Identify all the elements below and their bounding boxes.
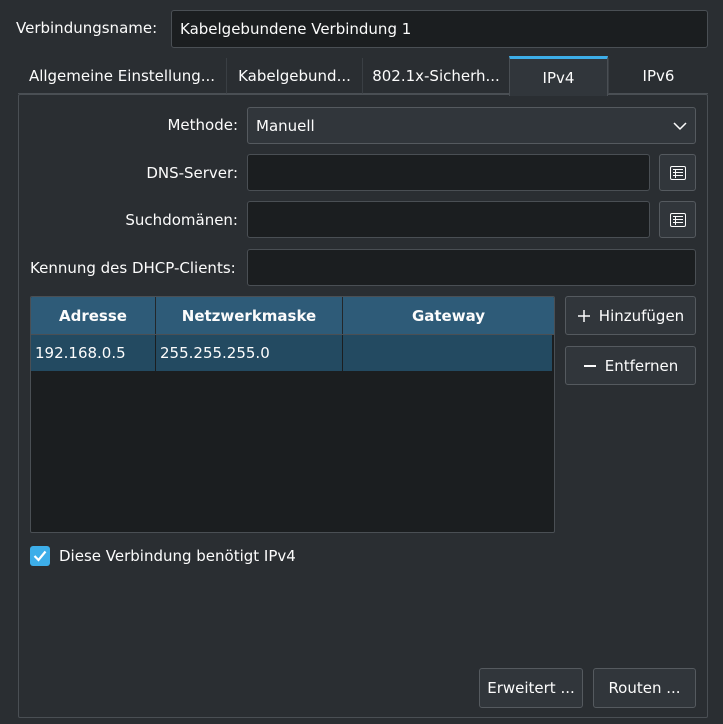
address-table[interactable]: Adresse Netzwerkmaske Gateway 192.168.0.… [30, 296, 555, 533]
plus-icon [577, 309, 590, 322]
method-value: Manuell [256, 116, 315, 135]
tab-ipv6[interactable]: IPv6 [608, 58, 708, 94]
cell-gateway[interactable] [343, 335, 552, 371]
dns-input[interactable] [247, 154, 650, 191]
remove-address-button[interactable]: Entfernen [565, 346, 696, 385]
tab-wired[interactable]: Kabelgebund... [226, 58, 362, 94]
method-label: Methode: [167, 116, 238, 134]
connection-name-input[interactable]: Kabelgebundene Verbindung 1 [171, 10, 708, 48]
tab-ipv6-label: IPv6 [642, 66, 675, 85]
connection-name-label: Verbindungsname: [16, 19, 158, 37]
tab-general-label: Allgemeine Einstellung... [28, 66, 216, 85]
search-domains-edit-button[interactable] [659, 201, 696, 238]
column-header-address[interactable]: Adresse [31, 297, 156, 334]
list-edit-icon [669, 212, 686, 227]
add-address-label: Hinzufügen [598, 306, 685, 325]
tab-ipv4-label: IPv4 [542, 68, 575, 87]
column-header-gateway[interactable]: Gateway [343, 297, 554, 334]
checkmark-icon [33, 550, 47, 562]
cell-address[interactable]: 192.168.0.5 [31, 335, 156, 371]
dns-label: DNS-Server: [146, 164, 238, 182]
search-domains-input[interactable] [247, 201, 650, 238]
tab-wired-label: Kabelgebund... [238, 66, 351, 85]
list-edit-icon [669, 165, 686, 180]
table-header: Adresse Netzwerkmaske Gateway [31, 297, 554, 335]
require-ipv4-checkbox[interactable]: Diese Verbindung benötigt IPv4 [30, 545, 296, 567]
advanced-label: Erweitert ... [487, 679, 575, 697]
routes-button[interactable]: Routen ... [593, 668, 696, 708]
cell-netmask[interactable]: 255.255.255.0 [156, 335, 343, 371]
dns-edit-button[interactable] [659, 154, 696, 191]
advanced-button[interactable]: Erweitert ... [479, 668, 583, 708]
method-select[interactable]: Manuell [247, 107, 696, 144]
column-header-netmask[interactable]: Netzwerkmaske [156, 297, 343, 334]
tab-general[interactable]: Allgemeine Einstellung... [18, 58, 226, 94]
dhcp-client-label: Kennung des DHCP-Clients: [30, 259, 236, 277]
connection-name-value: Kabelgebundene Verbindung 1 [180, 20, 412, 38]
require-ipv4-label: Diese Verbindung benötigt IPv4 [59, 547, 296, 565]
checkbox-box[interactable] [30, 546, 50, 566]
remove-address-label: Entfernen [604, 356, 679, 375]
search-domains-label: Suchdomänen: [125, 211, 238, 229]
routes-label: Routen ... [608, 679, 681, 697]
add-address-button[interactable]: Hinzufügen [565, 296, 696, 335]
chevron-down-icon [673, 122, 687, 131]
minus-icon [583, 364, 596, 367]
tab-8021x-label: 802.1x-Sicherh... [372, 66, 500, 85]
table-row[interactable]: 192.168.0.5 255.255.255.0 [31, 335, 552, 371]
dhcp-client-input[interactable] [247, 249, 696, 286]
tab-8021x[interactable]: 802.1x-Sicherh... [362, 58, 509, 94]
tab-ipv4[interactable]: IPv4 [509, 56, 608, 96]
